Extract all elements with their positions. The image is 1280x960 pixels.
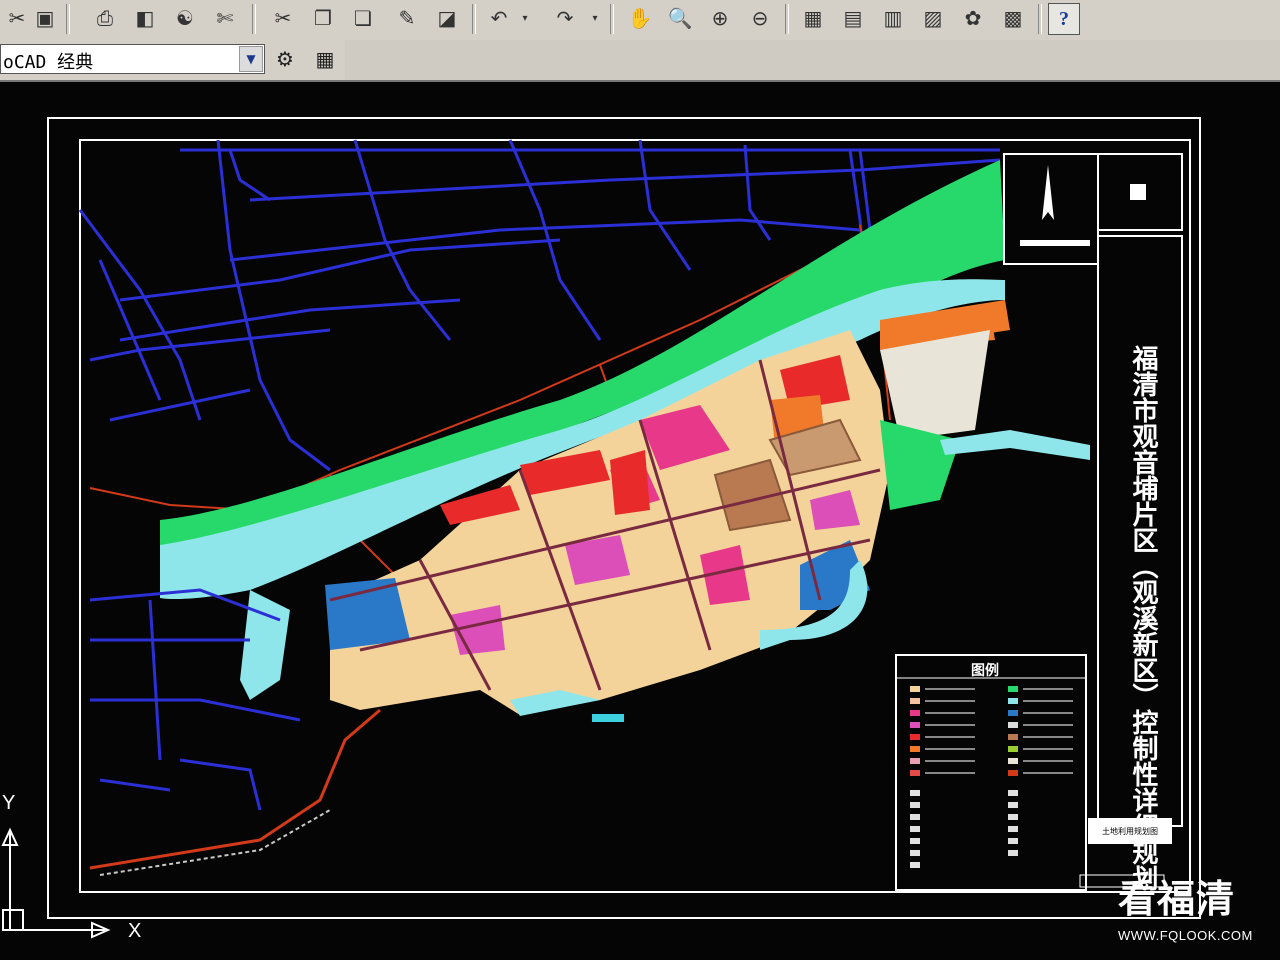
cut-tool-icon[interactable]: ✂ xyxy=(268,3,298,33)
model-space-canvas[interactable]: 福清市观音埔片区（观溪新区）控制性详细规划 图例 土地利用规划图 Y X xyxy=(0,82,1280,960)
save-icon[interactable]: ▣ xyxy=(30,3,60,33)
chevron-down-icon[interactable]: ▾ xyxy=(515,3,535,33)
scale-bar-marker xyxy=(592,714,624,722)
east-channel xyxy=(940,430,1090,460)
zoom-previous-icon[interactable]: ⊖ xyxy=(745,3,775,33)
toolbar-separator xyxy=(472,4,476,34)
design-center-icon[interactable]: ▤ xyxy=(838,3,868,33)
watermark-url: WWW.FQLOOK.COM xyxy=(1118,928,1253,943)
undo-icon[interactable]: ↶ xyxy=(484,3,514,33)
toolbar-separator xyxy=(610,4,614,34)
calculator-icon[interactable]: ▩ xyxy=(998,3,1028,33)
lock-icon[interactable]: ▦ xyxy=(310,44,340,74)
water-block-west xyxy=(325,578,410,650)
redo-icon[interactable]: ↷ xyxy=(550,3,580,33)
block-editor-icon[interactable]: ◪ xyxy=(432,3,462,33)
paste-icon[interactable]: ❏ xyxy=(348,3,378,33)
match-properties-icon[interactable]: ✄ xyxy=(210,3,240,33)
tool-palettes-icon[interactable]: ▥ xyxy=(878,3,908,33)
plot-preview-icon[interactable]: ◧ xyxy=(130,3,160,33)
legend-swatches xyxy=(910,686,1018,776)
workspace-dropdown[interactable]: oCAD 经典 ▼ xyxy=(0,44,265,74)
toolbar-separator xyxy=(785,4,789,34)
publish-icon[interactable]: ☯ xyxy=(170,3,200,33)
zoom-realtime-icon[interactable]: 🔍 xyxy=(665,3,695,33)
ucs-y-label: Y xyxy=(2,792,16,814)
standard-toolbar: ✂ ▣ ⎙ ◧ ☯ ✄ ✂ ❐ ❏ ✎ ◪ ↶ ▾ ↷ ▾ ✋ 🔍 ⊕ ⊖ ▦ … xyxy=(0,0,1280,41)
chevron-down-icon[interactable]: ▾ xyxy=(585,3,605,33)
workspace-selected-value: oCAD 经典 xyxy=(3,52,94,73)
southwest-road xyxy=(89,708,381,870)
pan-icon[interactable]: ✋ xyxy=(625,3,655,33)
zoom-window-icon[interactable]: ⊕ xyxy=(705,3,735,33)
workspaces-toolbar: oCAD 经典 ▼ ⚙ ▦ xyxy=(0,40,1280,82)
print-icon[interactable]: ⎙ xyxy=(90,3,120,33)
toolbar-empty-area xyxy=(345,40,1280,80)
legend-text-lines xyxy=(925,688,1073,774)
markup-icon[interactable]: ✿ xyxy=(958,3,988,33)
copy-icon[interactable]: ❐ xyxy=(308,3,338,33)
sheet-set-icon[interactable]: ▨ xyxy=(918,3,948,33)
help-icon[interactable]: ? xyxy=(1048,3,1080,35)
cut-icon[interactable]: ✂ xyxy=(2,3,32,33)
north-arrow-icon xyxy=(1042,165,1054,220)
ucs-x-label: X xyxy=(128,920,142,942)
drawing-subtitle: 土地利用规划图 xyxy=(1088,818,1172,844)
toolbar-separator xyxy=(1038,4,1042,34)
logo-icon xyxy=(1130,184,1146,200)
properties-icon[interactable]: ▦ xyxy=(798,3,828,33)
chevron-down-icon[interactable]: ▼ xyxy=(239,46,263,72)
toolbar-separator xyxy=(66,4,70,34)
legend-symbols xyxy=(910,790,1018,868)
brush-icon[interactable]: ✎ xyxy=(392,3,422,33)
toolbar-separator xyxy=(252,4,256,34)
watermark-logo: 看福清 xyxy=(1118,877,1236,921)
gear-icon[interactable]: ⚙ xyxy=(270,44,300,74)
ucs-icon xyxy=(1,827,111,939)
legend-title: 图例 xyxy=(971,663,999,679)
